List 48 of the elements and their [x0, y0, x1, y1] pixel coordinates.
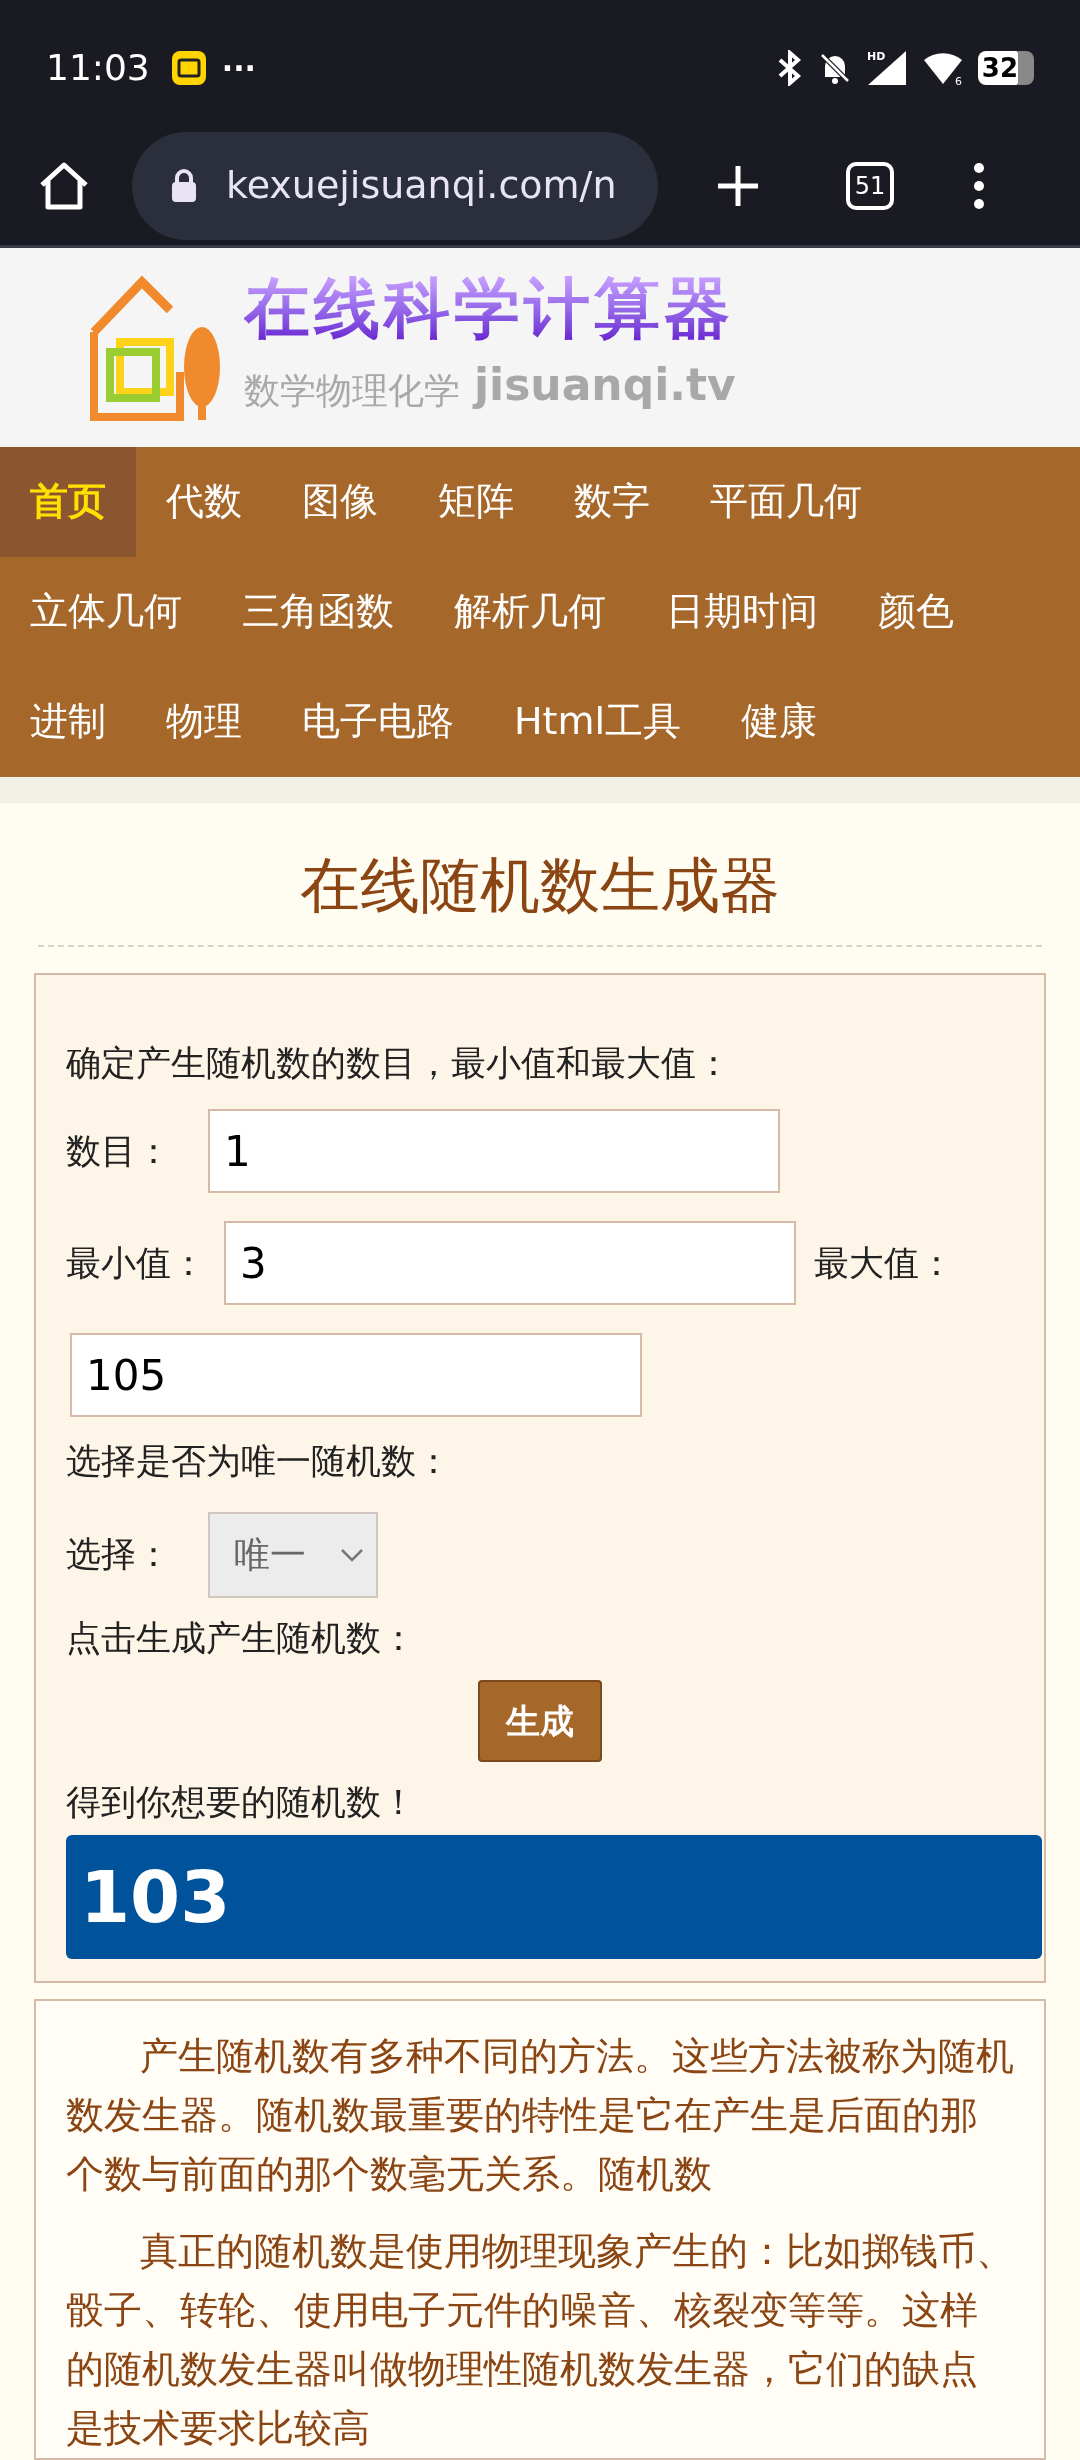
nav-link[interactable]: 立体几何 — [0, 556, 212, 667]
nav-link[interactable]: 数字 — [544, 446, 680, 557]
lock-icon — [170, 167, 198, 204]
max-label: 最大值： — [814, 1241, 954, 1285]
nav-link[interactable]: 代数 — [136, 446, 272, 557]
description-paragraph: 产生随机数有多种不同的方法。这些方法被称为随机数发生器。随机数最重要的特性是它在产生是后面的那个数与前面的那个数毫无关系。随机数 — [66, 2033, 1014, 2198]
status-time: 11:03 — [46, 46, 150, 91]
nav-link[interactable]: 解析几何 — [424, 556, 636, 667]
result-display: 103 — [66, 1834, 1042, 1959]
address-bar[interactable]: kexuejisuanqi.com/n — [132, 131, 658, 240]
count-field[interactable]: 1 — [208, 1109, 780, 1194]
nav-link[interactable]: 电子电路 — [272, 666, 484, 777]
logo-domain: jisuanqi.tv — [474, 358, 736, 413]
count-label: 数目： — [66, 1129, 172, 1173]
min-label: 最小值： — [66, 1241, 207, 1285]
description-paragraph: 真正的随机数是使用物理现象产生的：比如掷钱币、骰子、转轮、使用电子元件的噪音、核裂变等等。这样的随机数发生器叫做物理性随机数发生器，它们的缺点是技术要求比较高 — [66, 2228, 1014, 2452]
choice-label: 选择： — [66, 1533, 172, 1577]
nav-link[interactable]: 健康 — [711, 666, 848, 777]
result-prompt: 得到你想要的随机数！ — [66, 1781, 417, 1825]
home-icon[interactable] — [38, 160, 90, 211]
max-field[interactable]: 105 — [70, 1333, 642, 1418]
tab-count[interactable]: 51 — [846, 161, 894, 210]
nav-link[interactable]: 三角函数 — [212, 556, 424, 667]
generate-button[interactable]: 生成 — [478, 1680, 602, 1763]
unique-prompt: 选择是否为唯一随机数： — [66, 1440, 452, 1484]
nav-link[interactable]: 物理 — [136, 666, 272, 777]
nav-link[interactable]: 日期时间 — [636, 556, 848, 667]
app-notification-icon — [171, 51, 206, 86]
logo-subtitle: 数学物理化学 — [244, 369, 460, 414]
nav-link[interactable]: 图像 — [272, 446, 408, 557]
more-notifications: ··· — [221, 49, 256, 88]
nav-link[interactable]: Html工具 — [484, 666, 712, 777]
muted-bell-icon — [818, 51, 852, 86]
intro-text: 确定产生随机数的数目，最小值和最大值： — [66, 1041, 732, 1085]
page-title: 在线随机数生成器 — [299, 854, 781, 922]
nav-link[interactable]: 矩阵 — [408, 446, 544, 557]
url-text: kexuejisuanqi.com/n — [226, 162, 617, 210]
min-field[interactable]: 3 — [224, 1221, 796, 1306]
new-tab-icon[interactable] — [716, 163, 760, 208]
nav-link[interactable]: 颜色 — [848, 556, 984, 667]
nav-link[interactable]: 首页 — [0, 446, 136, 557]
generate-prompt: 点击生成产生随机数： — [66, 1616, 417, 1660]
chevron-down-icon — [340, 1547, 364, 1562]
nav-link[interactable]: 进制 — [0, 666, 136, 777]
menu-icon[interactable] — [972, 161, 986, 210]
battery-indicator: 32 — [978, 51, 1034, 86]
signal-icon: HD — [866, 49, 908, 88]
nav-link[interactable]: 平面几何 — [680, 446, 892, 557]
